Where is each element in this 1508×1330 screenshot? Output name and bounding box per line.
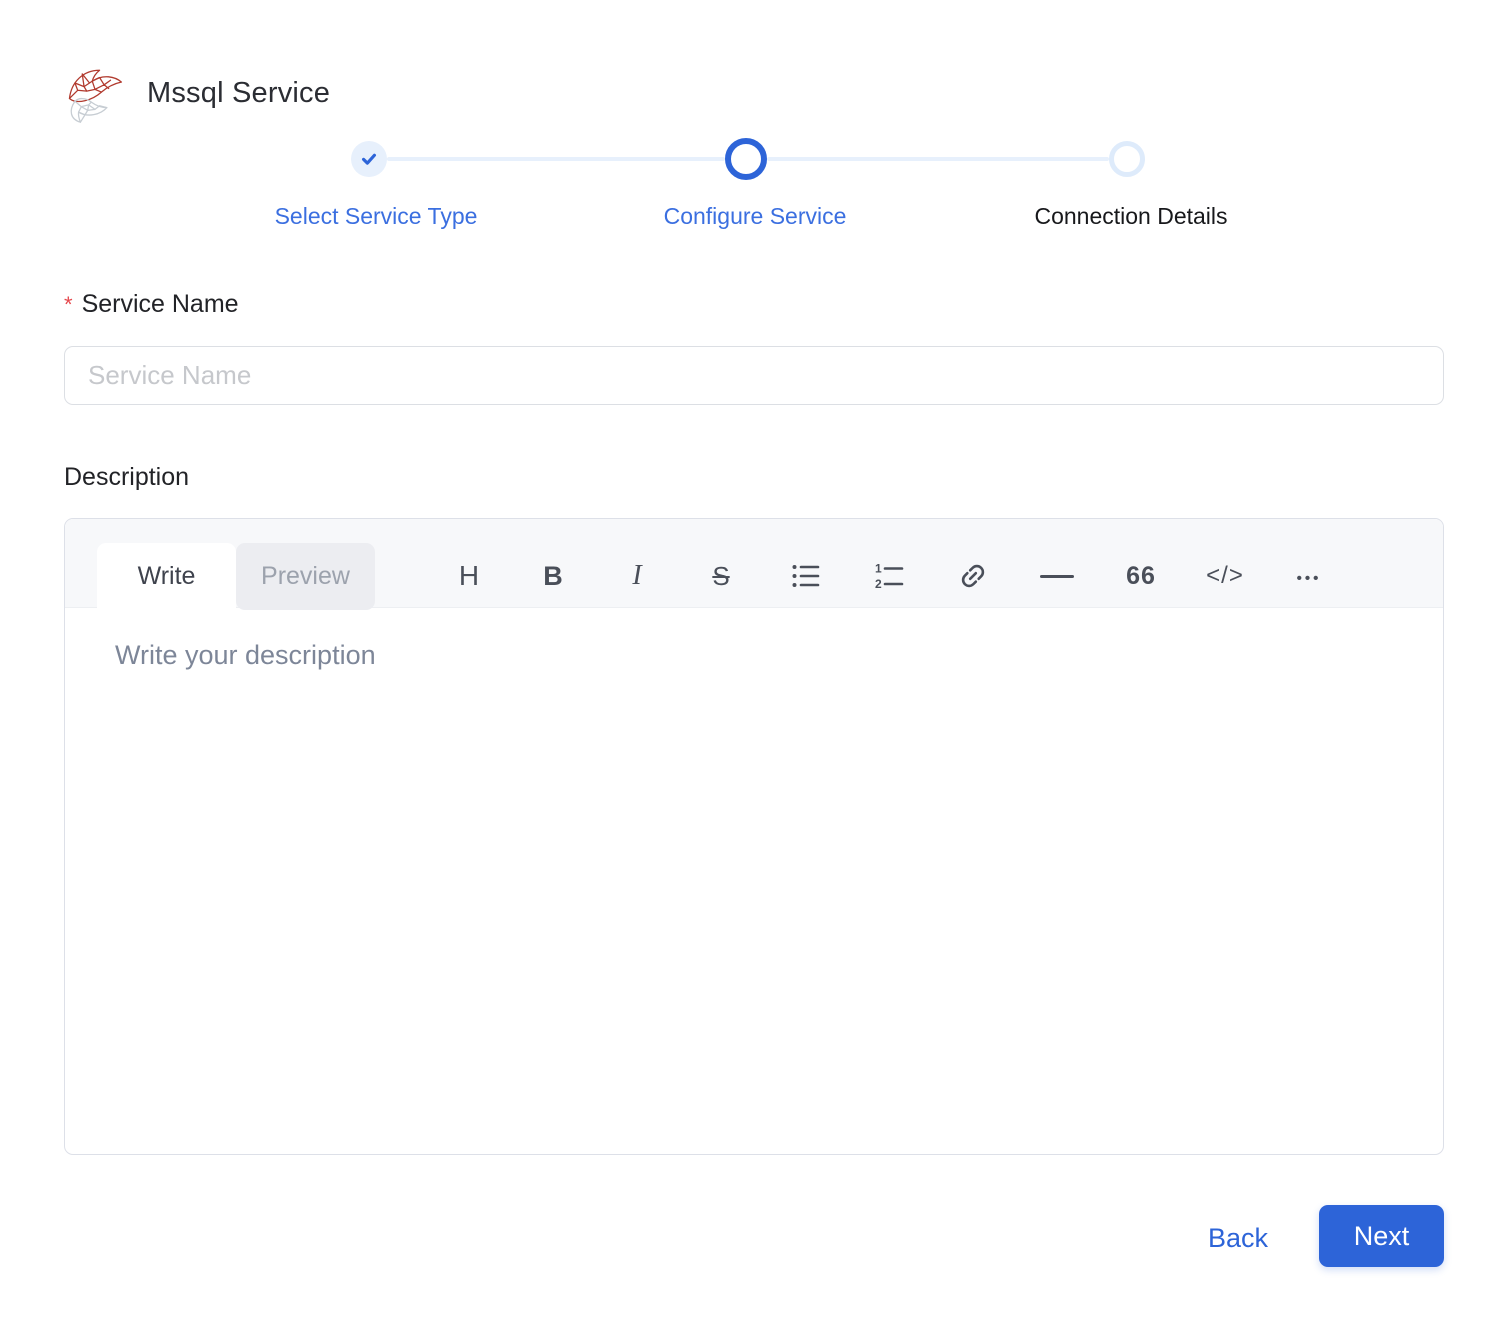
svg-text:2: 2: [875, 577, 882, 591]
italic-icon[interactable]: I: [619, 552, 655, 600]
step-select-service-type-indicator[interactable]: [351, 141, 387, 177]
wizard-header: Mssql Service: [63, 62, 330, 124]
check-icon: [362, 153, 376, 165]
svg-text:1: 1: [875, 562, 882, 576]
step-label-configure-service[interactable]: Configure Service: [664, 203, 847, 230]
heading-icon[interactable]: H: [451, 552, 487, 600]
editor-body: [65, 608, 1443, 1156]
step-configure-service-indicator[interactable]: [725, 138, 767, 180]
editor-toolbar-bar: Write Preview H B I S 1 2 66 </> •••: [65, 519, 1443, 610]
tab-write[interactable]: Write: [97, 543, 236, 610]
horizontal-rule-icon[interactable]: [1039, 552, 1075, 600]
description-editor: Write Preview H B I S 1 2 66 </> ••• Wri…: [64, 518, 1444, 1156]
unordered-list-icon[interactable]: [787, 552, 823, 600]
description-textarea[interactable]: [65, 608, 1443, 1156]
service-name-input[interactable]: [64, 346, 1444, 405]
more-options-icon[interactable]: •••: [1291, 552, 1327, 600]
code-icon[interactable]: </>: [1206, 552, 1243, 600]
description-label-text: Description: [64, 463, 190, 491]
service-name-label: * Service Name: [64, 290, 239, 321]
page-title: Mssql Service: [147, 76, 331, 109]
step-label-select-service-type[interactable]: Select Service Type: [275, 203, 478, 230]
strikethrough-icon[interactable]: S: [703, 552, 739, 600]
required-asterisk: *: [64, 292, 73, 317]
mssql-service-wizard: Mssql Service Select Service Type Config…: [0, 0, 1508, 1330]
service-name-label-text: Service Name: [81, 290, 239, 318]
stepper-connector-2: [767, 157, 1109, 161]
stepper-connector-1: [387, 157, 725, 161]
description-label: Description: [64, 463, 189, 492]
step-connection-details-indicator[interactable]: [1109, 141, 1145, 177]
step-label-connection-details[interactable]: Connection Details: [1034, 203, 1227, 230]
formatting-toolbar: H B I S 1 2 66 </> •••: [451, 543, 1327, 609]
bold-icon[interactable]: B: [535, 552, 571, 600]
next-button[interactable]: Next: [1319, 1205, 1444, 1267]
back-button[interactable]: Back: [1196, 1218, 1280, 1258]
tab-preview[interactable]: Preview: [236, 543, 375, 610]
ordered-list-icon[interactable]: 1 2: [871, 552, 907, 600]
quote-icon[interactable]: 66: [1123, 552, 1159, 600]
mssql-server-logo-icon: [68, 69, 123, 123]
link-icon[interactable]: [955, 552, 991, 600]
